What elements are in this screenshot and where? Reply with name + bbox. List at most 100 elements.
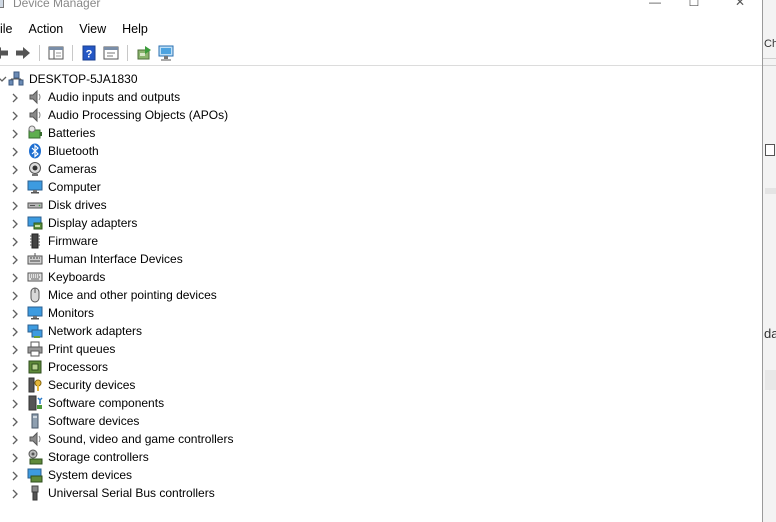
help-button[interactable]: ? — [80, 44, 98, 62]
menu-action[interactable]: Action — [21, 18, 72, 40]
chevron-right-icon[interactable] — [10, 254, 20, 265]
tree-category-display-adapters[interactable]: Display adapters — [0, 214, 760, 232]
network-adapter-icon — [27, 323, 43, 339]
tree-category-cameras[interactable]: Cameras — [0, 160, 760, 178]
tree-category-label: Mice and other pointing devices — [48, 288, 217, 302]
tree-category-label: Processors — [48, 360, 109, 374]
chevron-right-icon[interactable] — [10, 344, 20, 355]
minimize-button[interactable]: — — [645, 0, 665, 10]
toolbar-separator — [39, 45, 40, 61]
tree-category-label: Universal Serial Bus controllers — [48, 486, 215, 500]
tree-category-batteries[interactable]: Batteries — [0, 124, 760, 142]
window-title: Device Manager — [13, 0, 101, 10]
svg-text:?: ? — [86, 49, 93, 61]
monitor-icon — [27, 179, 43, 195]
chevron-right-icon[interactable] — [10, 146, 20, 157]
tree-category-software-devices[interactable]: Software devices — [0, 412, 760, 430]
tree-category-processors[interactable]: Processors — [0, 358, 760, 376]
chevron-right-icon[interactable] — [10, 182, 20, 193]
tree-category-audio-processing-objects-apos[interactable]: Audio Processing Objects (APOs) — [0, 106, 760, 124]
tree-category-storage-controllers[interactable]: Storage controllers — [0, 448, 760, 466]
tree-category-audio-inputs-and-outputs[interactable]: Audio inputs and outputs — [0, 88, 760, 106]
speaker-icon — [27, 89, 43, 105]
tree-category-sound-video-and-game-controllers[interactable]: Sound, video and game controllers — [0, 430, 760, 448]
battery-icon — [27, 125, 43, 141]
chevron-right-icon[interactable] — [10, 272, 20, 283]
tree-category-system-devices[interactable]: System devices — [0, 466, 760, 484]
menu-file[interactable]: ile — [0, 18, 21, 40]
mouse-icon — [27, 287, 43, 303]
chevron-right-icon[interactable] — [10, 326, 20, 337]
chevron-right-icon[interactable] — [10, 236, 20, 247]
tree-category-disk-drives[interactable]: Disk drives — [0, 196, 760, 214]
background-window-fragment: Cha da — [762, 0, 776, 522]
tree-category-universal-serial-bus-controllers[interactable]: Universal Serial Bus controllers — [0, 484, 760, 502]
storage-controller-icon — [27, 449, 43, 465]
tree-category-mice-and-other-pointing-devices[interactable]: Mice and other pointing devices — [0, 286, 760, 304]
keyboard-icon — [27, 269, 43, 285]
hid-icon — [27, 251, 43, 267]
close-button[interactable]: ✕ — [730, 0, 750, 10]
menu-bar: ile Action View Help — [0, 18, 762, 40]
chevron-right-icon[interactable] — [10, 308, 20, 319]
device-tree: DESKTOP-5JA1830 Audio inputs and outputs… — [0, 70, 760, 502]
tree-category-security-devices[interactable]: Security devices — [0, 376, 760, 394]
chevron-right-icon[interactable] — [10, 434, 20, 445]
tree-category-label: Human Interface Devices — [48, 252, 183, 266]
chevron-right-icon[interactable] — [10, 110, 20, 121]
tree-category-label: Cameras — [48, 162, 97, 176]
camera-icon — [27, 161, 43, 177]
chevron-right-icon[interactable] — [10, 416, 20, 427]
chevron-right-icon[interactable] — [10, 398, 20, 409]
tree-category-human-interface-devices[interactable]: Human Interface Devices — [0, 250, 760, 268]
tree-category-print-queues[interactable]: Print queues — [0, 340, 760, 358]
tree-root-computer[interactable]: DESKTOP-5JA1830 — [0, 70, 760, 88]
tree-category-firmware[interactable]: Firmware — [0, 232, 760, 250]
scan-hardware-button[interactable] — [157, 44, 175, 62]
update-driver-icon — [137, 46, 151, 60]
chevron-right-icon[interactable] — [10, 200, 20, 211]
back-button[interactable] — [0, 44, 10, 62]
tree-category-label: Keyboards — [48, 270, 106, 284]
tree-category-bluetooth[interactable]: Bluetooth — [0, 142, 760, 160]
chevron-right-icon[interactable] — [10, 218, 20, 229]
chevron-right-icon[interactable] — [10, 164, 20, 175]
menu-view[interactable]: View — [71, 18, 114, 40]
firmware-icon — [27, 233, 43, 249]
forward-button[interactable] — [14, 44, 32, 62]
tree-category-label: Firmware — [48, 234, 98, 248]
printer-icon — [27, 341, 43, 357]
software-device-icon — [27, 413, 43, 429]
maximize-button[interactable]: ☐ — [684, 0, 704, 10]
tree-category-label: Print queues — [48, 342, 116, 356]
properties-button[interactable] — [102, 44, 120, 62]
chevron-right-icon[interactable] — [10, 470, 20, 481]
display-adapter-icon — [27, 215, 43, 231]
usb-icon — [27, 485, 43, 501]
update-driver-button[interactable] — [135, 44, 153, 62]
background-window-line — [763, 58, 776, 59]
category-list: Audio inputs and outputs Audio Processing… — [0, 88, 760, 502]
show-hide-console-tree-button[interactable] — [47, 44, 65, 62]
tree-category-label: Monitors — [48, 306, 95, 320]
back-arrow-icon — [0, 47, 8, 59]
tree-category-keyboards[interactable]: Keyboards — [0, 268, 760, 286]
tree-category-software-components[interactable]: Software components — [0, 394, 760, 412]
chevron-right-icon[interactable] — [10, 128, 20, 139]
speaker-icon — [27, 107, 43, 123]
chevron-right-icon[interactable] — [10, 380, 20, 391]
chevron-right-icon[interactable] — [10, 362, 20, 373]
background-window-bar — [765, 370, 776, 390]
chevron-down-icon[interactable] — [0, 73, 7, 83]
menu-help[interactable]: Help — [114, 18, 156, 40]
chevron-right-icon[interactable] — [10, 452, 20, 463]
toolbar-divider — [0, 65, 762, 66]
forward-arrow-icon — [16, 47, 30, 59]
chevron-right-icon[interactable] — [10, 488, 20, 499]
tree-category-network-adapters[interactable]: Network adapters — [0, 322, 760, 340]
tree-category-label: Batteries — [48, 126, 96, 140]
tree-category-monitors[interactable]: Monitors — [0, 304, 760, 322]
chevron-right-icon[interactable] — [10, 92, 20, 103]
tree-category-computer[interactable]: Computer — [0, 178, 760, 196]
chevron-right-icon[interactable] — [10, 290, 20, 301]
